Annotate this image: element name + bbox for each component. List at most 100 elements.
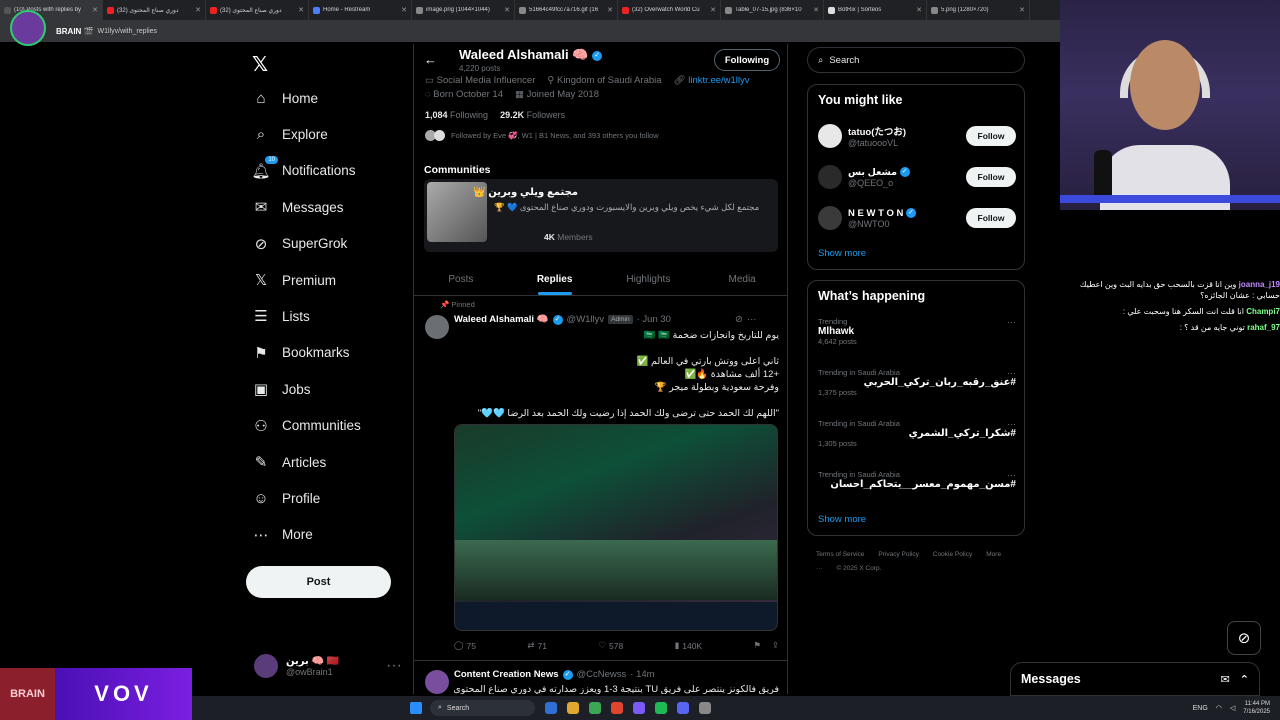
new-message-icon[interactable]: ✉ (1221, 673, 1230, 686)
nav-item-supergrok[interactable]: ⊘ SuperGrok (252, 227, 412, 261)
browser-tab[interactable]: 51664c49fcc7a716.gif (16 ✕ (515, 0, 618, 20)
show-more-link[interactable]: Show more (818, 514, 866, 525)
back-arrow-icon[interactable]: ← (424, 52, 437, 67)
profile-link[interactable]: 🔗︎ linktr.ee/w1llyv (674, 75, 750, 86)
taskbar-app-icon[interactable] (655, 702, 667, 714)
close-icon[interactable]: ✕ (710, 6, 716, 14)
taskbar-app-icon[interactable] (699, 702, 711, 714)
browser-tab[interactable]: (32) Overwatch World Cu ✕ (618, 0, 721, 20)
x-logo-icon[interactable]: 𝕏 (252, 52, 268, 77)
trend-item[interactable]: Trending in Saudi Arabia #شكرا_تركي_الشمر… (818, 419, 1016, 448)
following-button[interactable]: Following (714, 49, 780, 71)
taskbar-app-icon[interactable] (677, 702, 689, 714)
tweet-media-image[interactable] (454, 424, 778, 631)
address-url[interactable]: W1llyv/with_replies (98, 28, 158, 35)
nav-item-explore[interactable]: ⌕ Explore (252, 117, 412, 151)
taskbar-app-icon[interactable] (633, 702, 645, 714)
browser-tab[interactable]: دوري صناع المحتوى (32) ✕ (206, 0, 309, 20)
volume-icon[interactable]: ◁ (1230, 704, 1235, 712)
windows-start-icon[interactable] (410, 702, 422, 714)
grok-icon[interactable]: ⊘ (735, 314, 743, 325)
tab-replies[interactable]: Replies (508, 262, 602, 295)
avatar[interactable] (425, 670, 449, 694)
share-icon[interactable]: ⇪ (772, 640, 779, 651)
taskbar-app-icon[interactable] (611, 702, 623, 714)
footer-link[interactable]: © 2025 X Corp. (837, 565, 882, 572)
bookmark-icon[interactable]: ⚑ (754, 640, 762, 651)
close-icon[interactable]: ✕ (401, 6, 407, 14)
tab-media[interactable]: Media (695, 262, 787, 295)
followed-by[interactable]: Followed by Eve 💞, W1 | B1 News, and 393… (425, 130, 659, 141)
following-count[interactable]: 1,084 Following (425, 110, 488, 120)
browser-tab[interactable]: Home - Restream ✕ (309, 0, 412, 20)
taskbar-app-icon[interactable] (545, 702, 557, 714)
close-icon[interactable]: ✕ (607, 6, 613, 14)
search-input[interactable]: ⌕ Search (807, 47, 1025, 73)
follow-button[interactable]: Follow (966, 208, 1016, 228)
profile-link-text[interactable]: linktr.ee/w1llyv (688, 75, 749, 86)
tweet-handle[interactable]: @W1llyv (567, 314, 605, 325)
footer-link[interactable]: Privacy Policy (878, 551, 918, 558)
more-icon[interactable]: ··· (1007, 419, 1016, 429)
close-icon[interactable]: ✕ (92, 6, 98, 14)
close-icon[interactable]: ✕ (195, 6, 201, 14)
nav-item-articles[interactable]: ✎ Articles (252, 445, 412, 479)
messages-drawer[interactable]: Messages ✉ ⌃ (1010, 662, 1260, 696)
reply-button[interactable]: ◯ 75 (454, 640, 476, 651)
grok-icon[interactable]: ⊘ (1227, 621, 1261, 655)
tweet-date[interactable]: · Jun 30 (637, 314, 671, 325)
close-icon[interactable]: ✕ (813, 6, 819, 14)
clock[interactable]: 11:44 PM 7/16/2025 (1243, 700, 1270, 716)
post-button[interactable]: Post (246, 566, 391, 598)
trend-item[interactable]: Trending in Saudi Arabia #عنق_رقبه_ربان_ت… (818, 368, 1016, 397)
nav-item-premium[interactable]: 𝕏 Premium (252, 263, 412, 297)
avatar[interactable] (425, 315, 449, 339)
tweet-handle[interactable]: @CcNewss (577, 669, 627, 680)
browser-tab[interactable]: Table_07-15.jpg (836×10 ✕ (721, 0, 824, 20)
taskbar-app-icon[interactable] (589, 702, 601, 714)
community-card[interactable]: مجتمع ويلي وبرين 👑 مجتمع لكل شيء يخص ويل… (424, 179, 778, 252)
nav-item-lists[interactable]: ☰ Lists (252, 299, 412, 333)
suggestion-item[interactable]: tatuo(たつお) @tatuoooVL Follow (818, 119, 1016, 153)
language-indicator[interactable]: ENG (1193, 705, 1208, 712)
nav-item-bookmarks[interactable]: ⚑ Bookmarks (252, 336, 412, 370)
nav-item-messages[interactable]: ✉ Messages (252, 190, 412, 224)
follow-button[interactable]: Follow (966, 126, 1016, 146)
browser-tab[interactable]: 5.png (1280×720) ✕ (927, 0, 1030, 20)
more-icon[interactable]: ··· (1007, 470, 1016, 480)
close-icon[interactable]: ✕ (916, 6, 922, 14)
tweet-author[interactable]: Waleed Alshamali 🧠 (454, 314, 549, 325)
address-bar[interactable]: BRAIN 🎬 W1llyv/with_replies (0, 20, 1060, 42)
nav-item-profile[interactable]: ☺ Profile (252, 481, 412, 515)
account-switcher[interactable]: برين 🧠 🇲🇦 @owBrain1 ··· (254, 654, 402, 678)
like-button[interactable]: ♡ 578 (598, 640, 623, 651)
browser-tab[interactable]: دوري صناع المحتوى (32) ✕ (103, 0, 206, 20)
taskbar-search[interactable]: ⌕ Search (430, 700, 535, 716)
follow-button[interactable]: Follow (966, 167, 1016, 187)
nav-item-more[interactable]: ⋯ More (252, 518, 412, 552)
wifi-icon[interactable]: ◠ (1216, 704, 1222, 712)
nav-item-communities[interactable]: ⚇ Communities (252, 409, 412, 443)
tweet-author[interactable]: Content Creation News (454, 669, 559, 680)
close-icon[interactable]: ✕ (298, 6, 304, 14)
trend-item[interactable]: Trending in Saudi Arabia #مسن_مهموم_معسر_… (818, 470, 1016, 490)
nav-item-notifications[interactable]: 🔔︎ 10 Notifications (251, 154, 412, 188)
browser-tab[interactable]: image.png (1044×1044) ✕ (412, 0, 515, 20)
footer-link[interactable]: Cookie Policy (933, 551, 972, 558)
tab-highlights[interactable]: Highlights (602, 262, 696, 295)
followers-count[interactable]: 29.2K Followers (500, 110, 565, 120)
nav-item-jobs[interactable]: ▣ Jobs (252, 372, 412, 406)
more-icon[interactable]: ··· (747, 314, 757, 325)
close-icon[interactable]: ✕ (504, 6, 510, 14)
footer-link[interactable]: Terms of Service (816, 551, 864, 558)
more-icon[interactable]: ··· (1007, 317, 1016, 327)
more-icon[interactable]: ··· (1007, 368, 1016, 378)
expand-icon[interactable]: ⌃ (1240, 673, 1249, 686)
suggestion-item[interactable]: N E W T O N ✓ @NWTO0 Follow (818, 201, 1016, 235)
browser-tab[interactable]: BotRix | Sorteos ✕ (824, 0, 927, 20)
repost-button[interactable]: ⇄ 71 (527, 640, 547, 651)
close-icon[interactable]: ✕ (1019, 6, 1025, 14)
taskbar-app-icon[interactable] (567, 702, 579, 714)
tweet-date[interactable]: · 14m (630, 669, 654, 680)
show-more-link[interactable]: Show more (818, 248, 866, 259)
